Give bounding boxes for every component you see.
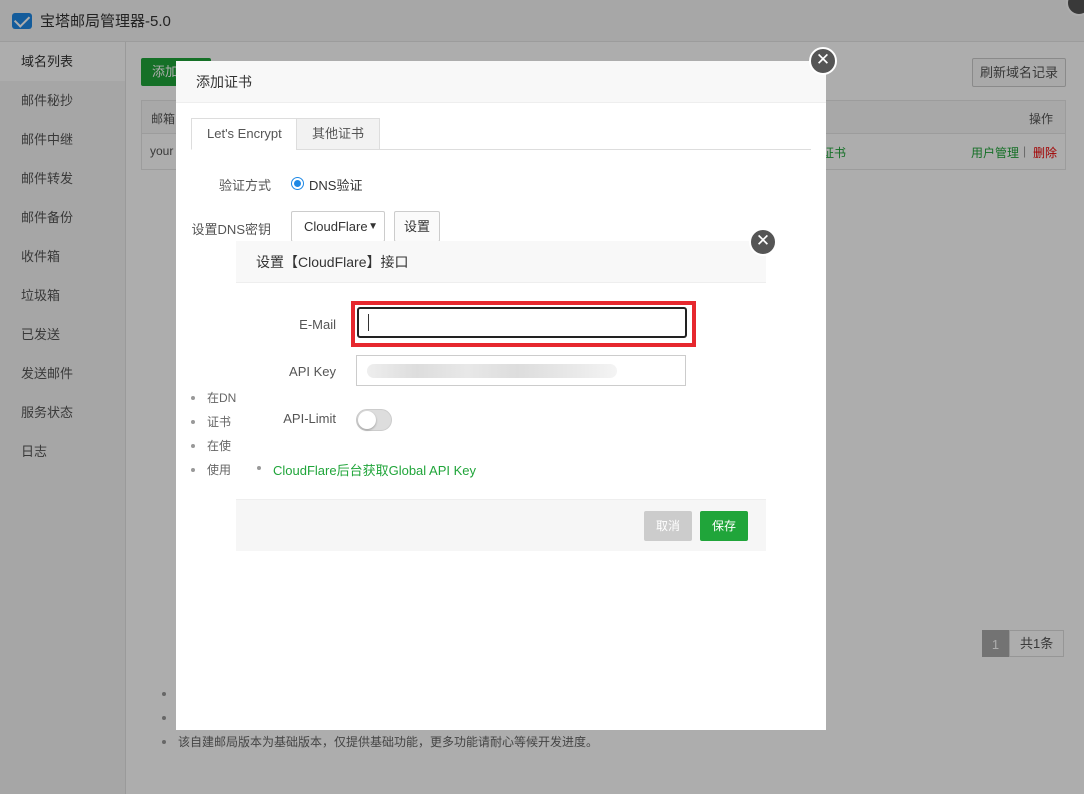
api-limit-toggle[interactable] xyxy=(356,409,392,431)
verify-method-label: 验证方式 xyxy=(218,178,271,193)
bullet xyxy=(257,466,261,470)
cloudflare-api-key-help-link[interactable]: CloudFlare后台获取Global API Key xyxy=(273,460,476,479)
note-item: 在DN xyxy=(191,386,236,410)
note-item: 使用 xyxy=(191,458,236,482)
dialog-title: 添加证书 xyxy=(176,61,826,103)
redacted-api-key xyxy=(367,364,617,378)
cancel-button[interactable]: 取消 xyxy=(644,511,692,541)
tab-lets-encrypt[interactable]: Let's Encrypt xyxy=(191,118,298,150)
dialog-title: 设置【CloudFlare】接口 xyxy=(236,241,766,283)
dns-key-label: 设置DNS密钥 xyxy=(191,222,271,237)
dns-provider-value: CloudFlare xyxy=(304,219,368,234)
certificate-tabs: Let's Encrypt 其他证书 xyxy=(191,118,811,150)
text-caret xyxy=(368,314,369,331)
dns-provider-select[interactable]: CloudFlare ▼ xyxy=(291,211,385,242)
api-key-field[interactable] xyxy=(356,355,686,386)
email-label: E-Mail xyxy=(299,317,336,332)
tab-other-certificate[interactable]: 其他证书 xyxy=(296,118,381,150)
email-field[interactable] xyxy=(357,307,687,338)
api-limit-label: API-Limit xyxy=(283,411,336,426)
dns-settings-button[interactable]: 设置 xyxy=(394,211,440,242)
dns-verify-radio[interactable] xyxy=(291,177,304,190)
cloudflare-api-dialog: 设置【CloudFlare】接口 ✕ E-Mail API Key API-Li… xyxy=(236,228,777,551)
note-item: 证书 xyxy=(191,410,236,434)
close-icon[interactable]: ✕ xyxy=(749,228,777,256)
dialog-footer: 取消 保存 xyxy=(236,499,766,551)
save-button[interactable]: 保存 xyxy=(700,511,748,541)
api-key-label: API Key xyxy=(289,364,336,379)
dns-verify-label: DNS验证 xyxy=(309,178,363,193)
close-icon[interactable]: ✕ xyxy=(809,47,837,75)
chevron-down-icon: ▼ xyxy=(368,221,378,232)
cert-notes-list: 在DN 证书 在使 使用 xyxy=(191,386,236,482)
note-item: 在使 xyxy=(191,434,236,458)
